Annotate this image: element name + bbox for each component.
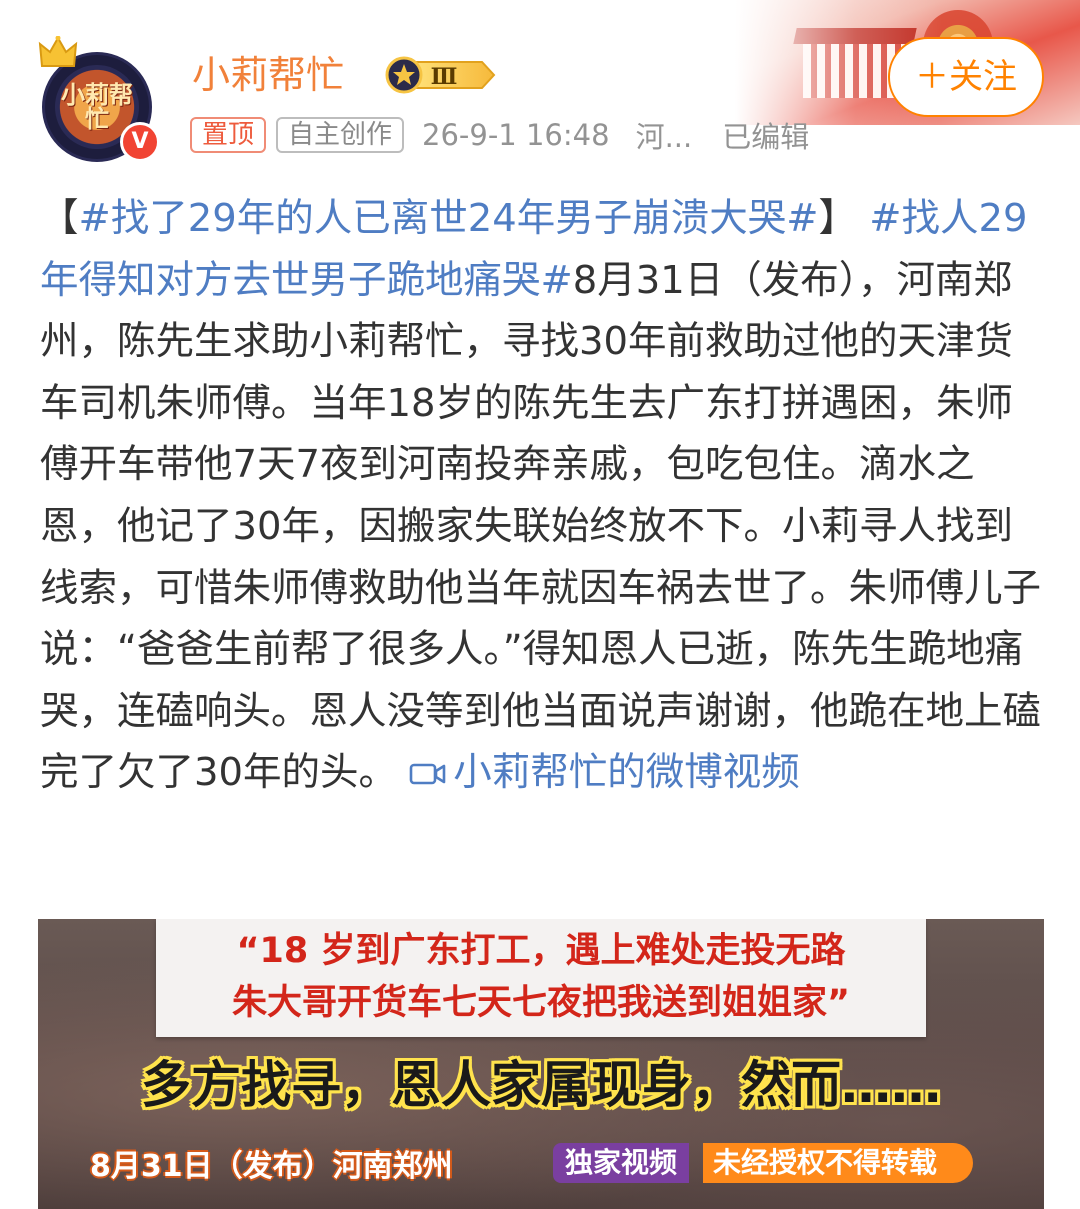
vip-level-text: Ⅲ — [431, 64, 458, 90]
post-location[interactable]: 河... — [636, 114, 693, 156]
post-header: 小莉帮忙 V 小莉帮忙 Ⅲ 置顶 自主创作 26-9-1 16:48 河... … — [0, 0, 1080, 165]
crown-icon — [38, 36, 78, 67]
avatar[interactable]: 小莉帮忙 V — [38, 36, 160, 162]
avatar-text: 小莉帮忙 — [61, 81, 133, 133]
post-time: 26-9-1 16:48 — [422, 118, 610, 152]
post-meta: 置顶 自主创作 26-9-1 16:48 河... 已编辑 — [190, 115, 809, 155]
original-content-tag: 自主创作 — [276, 117, 405, 153]
video-headline: 多方找寻，恩人家属现身，然而…… — [141, 1056, 941, 1114]
vip-level-badge-icon[interactable]: Ⅲ — [382, 54, 498, 96]
pinned-tag: 置顶 — [190, 117, 267, 153]
exclusive-badge: 独家视频 — [553, 1143, 690, 1183]
close-bracket: 】 — [818, 196, 858, 241]
copyright-badge: 未经授权不得转载 — [703, 1143, 974, 1183]
username[interactable]: 小莉帮忙 — [192, 52, 344, 98]
video-link-label: 小莉帮忙的微博视频 — [453, 750, 800, 796]
verified-icon: V — [120, 122, 160, 162]
post-body: 8月31日（发布），河南郑州，陈先生求助小莉帮忙，寻找30年前救助过他的天津货车… — [40, 257, 1042, 796]
quote-line-1: “18 岁到广东打工，遇上难处走投无路 — [236, 931, 846, 971]
video-camera-icon — [409, 764, 446, 785]
post-text: 【#找了29年的人已离世24年男子崩溃大哭#】 #找人29年得知对方去世男子跪地… — [40, 188, 1044, 804]
quote-line-2: 朱大哥开货车七天七夜把我送到姐姐家” — [231, 983, 850, 1023]
follow-button[interactable]: ＋关注 — [888, 37, 1044, 117]
video-date-location: 8月31日（发布）河南郑州 — [90, 1149, 453, 1184]
open-bracket: 【 — [40, 196, 79, 241]
video-link[interactable]: 小莉帮忙的微博视频 — [409, 750, 800, 795]
quote-caption-box: “18 岁到广东打工，遇上难处走投无路 朱大哥开货车七天七夜把我送到姐姐家” — [156, 919, 926, 1037]
hashtag-link[interactable]: #找了29年的人已离世24年男子崩溃大哭# — [79, 196, 819, 241]
video-thumbnail[interactable]: “18 岁到广东打工，遇上难处走投无路 朱大哥开货车七天七夜把我送到姐姐家” 多… — [38, 919, 1044, 1209]
edited-label[interactable]: 已编辑 — [722, 114, 809, 156]
